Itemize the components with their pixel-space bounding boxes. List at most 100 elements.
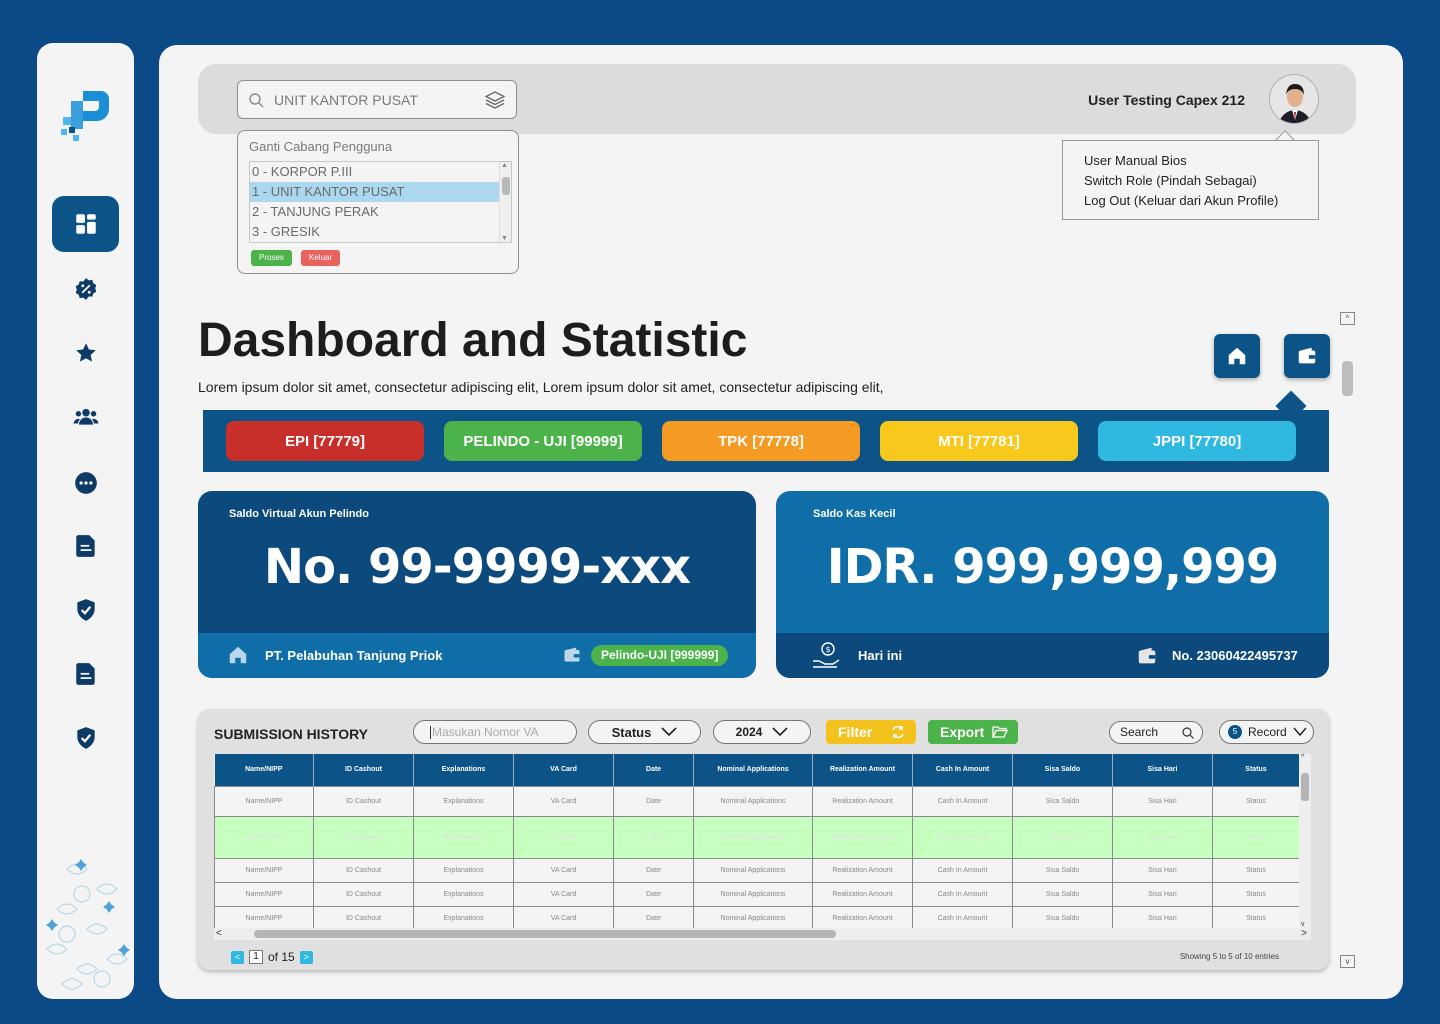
table-cell: Sisa Hari: [1112, 785, 1213, 817]
avatar[interactable]: [1269, 74, 1319, 124]
table-cell: Nominal Applications: [693, 881, 813, 907]
column-header[interactable]: ID Cashout: [313, 754, 414, 786]
page-scroll-thumb[interactable]: [1342, 361, 1353, 396]
table-cell: VA Card: [513, 815, 614, 859]
menu-item-user-manual[interactable]: User Manual Bios: [1084, 151, 1318, 171]
table-vertical-scrollbar[interactable]: ^ v: [1299, 754, 1311, 928]
entity-epi-button[interactable]: EPI [77779]: [226, 421, 424, 461]
column-header[interactable]: Sisa Hari: [1112, 754, 1213, 786]
column-header[interactable]: Cash In Amount: [912, 754, 1013, 786]
entity-mti-button[interactable]: MTI [77781]: [880, 421, 1078, 461]
table-cell: Explanations: [413, 815, 514, 859]
column-header[interactable]: VA Card: [513, 754, 614, 786]
table-row[interactable]: Name/NIPP ID Cashout Explanations VA Card Da…: [214, 881, 1299, 907]
nav-favorites[interactable]: [52, 325, 119, 381]
table-cell: Sisa Hari: [1112, 857, 1213, 883]
prev-page-button[interactable]: <: [231, 950, 244, 964]
table-cell: Explanations: [413, 881, 514, 907]
table-cell: Sisa Saldo: [1012, 785, 1113, 817]
column-header[interactable]: Realization Amount: [812, 754, 913, 786]
scroll-thumb[interactable]: [1301, 773, 1309, 801]
year-dropdown[interactable]: 2024: [713, 720, 811, 744]
table-cell: Nominal Applications: [693, 785, 813, 817]
scroll-right-icon[interactable]: >: [1301, 928, 1307, 939]
wallet-icon: [564, 647, 580, 662]
scroll-up-icon[interactable]: ^: [1301, 754, 1304, 761]
entity-jppi-button[interactable]: JPPI [77780]: [1098, 421, 1296, 461]
branch-list[interactable]: 0 - KORPOR P.III 1 - UNIT KANTOR PUSAT 2…: [249, 161, 512, 243]
home-icon: [1228, 347, 1246, 365]
layers-icon[interactable]: [484, 89, 506, 111]
scroll-thumb[interactable]: [502, 177, 510, 195]
home-button[interactable]: [1214, 334, 1260, 378]
column-header[interactable]: Nominal Applications: [693, 754, 813, 786]
nav-more[interactable]: [52, 455, 119, 511]
table-search-label: Search: [1120, 725, 1159, 739]
nav-discount[interactable]: [52, 261, 119, 317]
svg-text:$: $: [826, 645, 831, 654]
nav-reports[interactable]: [52, 646, 119, 702]
process-button[interactable]: Proses: [251, 250, 292, 266]
next-page-button[interactable]: >: [299, 950, 313, 964]
status-dropdown[interactable]: Status: [588, 720, 701, 744]
app-logo[interactable]: [61, 87, 111, 142]
submission-table-wrapper: Name/NIPP ID Cashout Explanations VA Car…: [214, 754, 1299, 928]
petty-cash-label: Saldo Kas Kecil: [813, 508, 896, 520]
page-scroll-up[interactable]: ^: [1340, 312, 1355, 325]
account-number: No. 23060422495737: [1172, 648, 1298, 663]
table-cell: ID Cashout: [313, 881, 414, 907]
scroll-up-icon[interactable]: ▲: [501, 162, 508, 169]
branch-option[interactable]: 3 - GRESIK: [250, 222, 499, 242]
scroll-down-icon[interactable]: ▼: [501, 235, 508, 242]
va-number-input[interactable]: Masukan Nomor VA: [413, 720, 577, 744]
table-cell: Sisa Saldo: [1012, 815, 1113, 859]
table-row[interactable]: Name/NIPP ID Cashout Explanations VA Card Da…: [214, 905, 1299, 928]
column-header[interactable]: Sisa Saldo: [1012, 754, 1113, 786]
wallet-button[interactable]: [1284, 334, 1330, 378]
branch-selector[interactable]: UNIT KANTOR PUSAT: [237, 80, 517, 119]
column-header[interactable]: Status: [1212, 754, 1299, 786]
nav-dashboard[interactable]: [52, 196, 119, 252]
scroll-down-icon[interactable]: v: [1301, 921, 1305, 928]
scroll-left-icon[interactable]: <: [216, 928, 222, 939]
branch-option[interactable]: 0 - KORPOR P.III: [250, 162, 499, 182]
nav-approval[interactable]: [52, 710, 119, 766]
page-scroll-down[interactable]: v: [1340, 955, 1355, 968]
entity-tpk-button[interactable]: TPK [77778]: [662, 421, 860, 461]
table-cell: Sisa Hari: [1112, 881, 1213, 907]
table-cell: Status: [1212, 857, 1299, 883]
entity-pelindo-button[interactable]: PELINDO - UJI [99999]: [444, 421, 642, 461]
branch-option-selected[interactable]: 1 - UNIT KANTOR PUSAT: [250, 182, 499, 202]
menu-item-logout[interactable]: Log Out (Keluar dari Akun Profile): [1084, 191, 1318, 211]
user-menu: User Manual Bios Switch Role (Pindah Seb…: [1062, 140, 1319, 220]
column-header[interactable]: Name/NIPP: [214, 754, 314, 786]
table-cell: Status: [1212, 881, 1299, 907]
branch-selector-value: UNIT KANTOR PUSAT: [274, 91, 418, 108]
filter-button[interactable]: Filter: [826, 720, 916, 744]
table-row[interactable]: Name/NIPP ID Cashout Explanations VA Card Da…: [214, 785, 1299, 817]
nav-users[interactable]: [52, 389, 119, 445]
nav-verification[interactable]: [52, 582, 119, 638]
export-button[interactable]: Export: [928, 720, 1018, 744]
branch-popup: Ganti Cabang Pengguna 0 - KORPOR P.III 1…: [237, 130, 519, 274]
nav-documents[interactable]: [52, 518, 119, 574]
table-cell: ID Cashout: [313, 785, 414, 817]
exit-button[interactable]: Keluar: [301, 250, 341, 266]
scroll-thumb[interactable]: [254, 930, 836, 938]
table-row[interactable]: Name/NIPP ID Cashout Explanations VA Card Da…: [214, 857, 1299, 883]
column-header[interactable]: Date: [613, 754, 694, 786]
table-row[interactable]: Name/NIPP ID Cashout Explanations VA Card Da…: [214, 815, 1299, 859]
table-cell: Cash In Amount: [912, 815, 1013, 859]
table-cell: Sisa Saldo: [1012, 881, 1113, 907]
page-number-input[interactable]: 1: [249, 950, 263, 964]
menu-item-switch-role[interactable]: Switch Role (Pindah Sebagai): [1084, 171, 1318, 191]
table-search-input[interactable]: Search: [1109, 721, 1203, 744]
record-count-dropdown[interactable]: 5 Record: [1219, 720, 1314, 744]
branch-list-scrollbar[interactable]: ▲ ▼: [499, 162, 511, 242]
column-header[interactable]: Explanations: [413, 754, 514, 786]
table-horizontal-scrollbar[interactable]: < >: [214, 928, 1311, 940]
table-cell: Sisa Saldo: [1012, 905, 1113, 928]
branch-option[interactable]: 2 - TANJUNG PERAK: [250, 202, 499, 222]
table-cell: ID Cashout: [313, 815, 414, 859]
entries-info: Showing 5 to 5 of 10 entries: [1179, 952, 1279, 961]
